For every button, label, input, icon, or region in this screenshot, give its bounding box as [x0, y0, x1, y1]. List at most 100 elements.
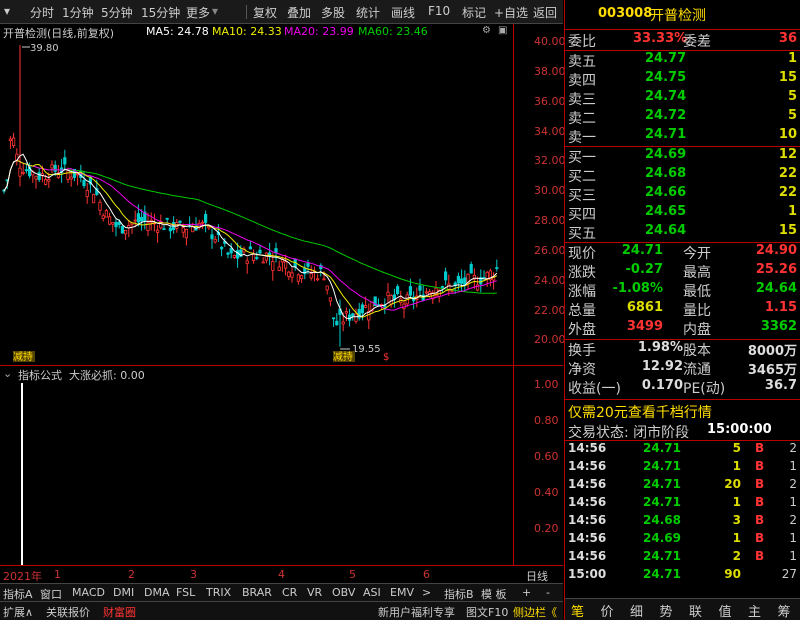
tab-dma[interactable]: DMA: [144, 586, 170, 599]
ytick: 22.00: [534, 304, 566, 317]
indicator-dropdown-icon[interactable]: ⌄: [3, 367, 12, 380]
tab-intraday[interactable]: 分时: [30, 4, 54, 21]
tab-asi[interactable]: ASI: [363, 586, 381, 599]
quote-tab[interactable]: 联: [689, 601, 702, 620]
add-watchlist-button[interactable]: +自选: [494, 4, 528, 21]
ask-row[interactable]: 卖三 24.74 5: [565, 89, 800, 108]
candle-body: [8, 138, 12, 142]
tab-emv[interactable]: EMV: [390, 586, 414, 599]
quote-tab[interactable]: 主: [748, 601, 761, 620]
bid-row[interactable]: 买四 24.65 1: [565, 204, 800, 223]
event-tag-reduce-1[interactable]: 减持: [13, 350, 33, 363]
mark-button[interactable]: 标记: [462, 4, 486, 21]
bid-row[interactable]: 买五 24.64 15: [565, 223, 800, 242]
candle-body: [210, 234, 214, 240]
bid-row[interactable]: 买一 24.69 12: [565, 147, 800, 166]
promo-row[interactable]: 仅需20元查看千档行情: [565, 402, 800, 422]
tab-brar[interactable]: BRAR: [242, 586, 272, 599]
bid-price: 24.66: [645, 185, 687, 200]
f10-graphic-link[interactable]: 图文F10: [466, 604, 508, 620]
quote-tab[interactable]: 笔: [571, 601, 584, 620]
candle-body: [155, 229, 160, 233]
candle-body: [44, 179, 48, 185]
sidebar-toggle[interactable]: 侧边栏《: [513, 604, 557, 620]
candle-body: [69, 176, 73, 180]
period-label[interactable]: 日线: [526, 568, 548, 584]
candle-body: [200, 221, 204, 224]
tab-more[interactable]: 更多: [186, 4, 210, 21]
quote-tab[interactable]: 值: [719, 601, 732, 620]
settings-icon[interactable]: ⚙: [482, 25, 491, 36]
tab-indicator-b[interactable]: 指标B: [444, 586, 474, 602]
tab-fsl[interactable]: FSL: [176, 586, 195, 599]
tab-vr[interactable]: VR: [307, 586, 322, 599]
ytick: 0.80: [534, 414, 559, 427]
collapse-icon[interactable]: ▣: [498, 25, 507, 36]
candle-body: [277, 266, 281, 271]
promo-link[interactable]: 仅需20元查看千档行情: [568, 402, 712, 422]
ask-row[interactable]: 卖一 24.71 10: [565, 127, 800, 146]
ytick: 24.00: [534, 274, 566, 287]
candle-body: [168, 227, 172, 232]
f10-button[interactable]: F10: [428, 4, 450, 18]
new-user-promo-link[interactable]: 新用户福利专享: [378, 604, 455, 620]
candle-body: [120, 225, 124, 234]
event-tag-dollar[interactable]: $: [383, 352, 389, 363]
quote-panel: 003008 开普检测 委比 33.33% 委差 36 卖五 24.77 1 卖四…: [564, 0, 800, 620]
candle-body: [315, 278, 320, 281]
candle-body: [181, 227, 185, 233]
ask-row[interactable]: 卖二 24.72 5: [565, 108, 800, 127]
time-axis: 2021年 1 2 3 4 5 6 日线: [0, 565, 563, 583]
back-button[interactable]: 返回: [533, 4, 557, 21]
tick-count: 1: [789, 549, 797, 563]
tab-window[interactable]: 窗口: [40, 586, 62, 602]
candle-body: [232, 255, 236, 258]
ma60-label: MA60: 23.46: [358, 25, 428, 38]
add-indicator-button[interactable]: +: [522, 586, 531, 599]
tab-cr[interactable]: CR: [282, 586, 297, 599]
tab-15min[interactable]: 15分钟: [141, 4, 180, 21]
toolbar-menu-icon[interactable]: ▾: [4, 4, 10, 18]
bid-row[interactable]: 买三 24.66 22: [565, 185, 800, 204]
quote-tab[interactable]: 价: [601, 601, 614, 620]
tick-time: 14:56: [568, 477, 607, 491]
indicator-chart: [21, 383, 23, 565]
draw-line-button[interactable]: 画线: [391, 4, 415, 21]
status-bar: 扩展∧ 关联报价 财富圈 新用户福利专享 图文F10 侧边栏《: [0, 601, 563, 620]
tab-obv[interactable]: OBV: [332, 586, 355, 599]
event-tag-reduce-2[interactable]: 减持: [333, 350, 353, 363]
candle-body: [331, 317, 336, 320]
stats-button[interactable]: 统计: [356, 4, 380, 21]
tab-trix[interactable]: TRIX: [206, 586, 231, 599]
ask-label: 卖三: [568, 92, 596, 108]
more-dropdown-icon[interactable]: ▾: [212, 4, 218, 18]
multi-stock-button[interactable]: 多股: [321, 4, 345, 21]
wealth-circle-link[interactable]: 财富圈: [103, 604, 136, 620]
quote-tab[interactable]: 势: [660, 601, 673, 620]
overlay-button[interactable]: 叠加: [287, 4, 311, 21]
quote-tab[interactable]: 筹: [778, 601, 791, 620]
trade-state-label: 交易状态: 闭市阶段: [568, 425, 690, 441]
indicator-formula-label[interactable]: 指标公式 大涨必抓: 0.00: [18, 367, 145, 383]
stat-label: 涨幅: [568, 284, 596, 300]
ask-row[interactable]: 卖五 24.77 1: [565, 51, 800, 70]
tab-indicator-a[interactable]: 指标A: [3, 586, 33, 602]
candlestick-chart[interactable]: 39.80 19.55 减持 减持 $: [0, 40, 513, 365]
candle-body: [117, 221, 121, 226]
fuquan-button[interactable]: 复权: [253, 4, 277, 21]
tabs-scroll-right-icon[interactable]: >: [422, 586, 431, 599]
ask-row[interactable]: 卖四 24.75 15: [565, 70, 800, 89]
expand-button[interactable]: 扩展∧: [3, 604, 33, 620]
tab-1min[interactable]: 1分钟: [62, 4, 94, 21]
tab-template[interactable]: 模 板: [481, 586, 507, 602]
stat-value: 0.170: [641, 378, 683, 393]
stat-label: 今开: [683, 246, 711, 262]
remove-indicator-button[interactable]: -: [546, 586, 550, 599]
related-quotes-link[interactable]: 关联报价: [46, 604, 90, 620]
bid-row[interactable]: 买二 24.68 22: [565, 166, 800, 185]
quote-tab[interactable]: 细: [630, 601, 643, 620]
tab-5min[interactable]: 5分钟: [101, 4, 133, 21]
tick-row: 14:56 24.71 20 B 2: [565, 477, 800, 495]
tab-dmi[interactable]: DMI: [113, 586, 134, 599]
tab-macd[interactable]: MACD: [72, 586, 105, 599]
